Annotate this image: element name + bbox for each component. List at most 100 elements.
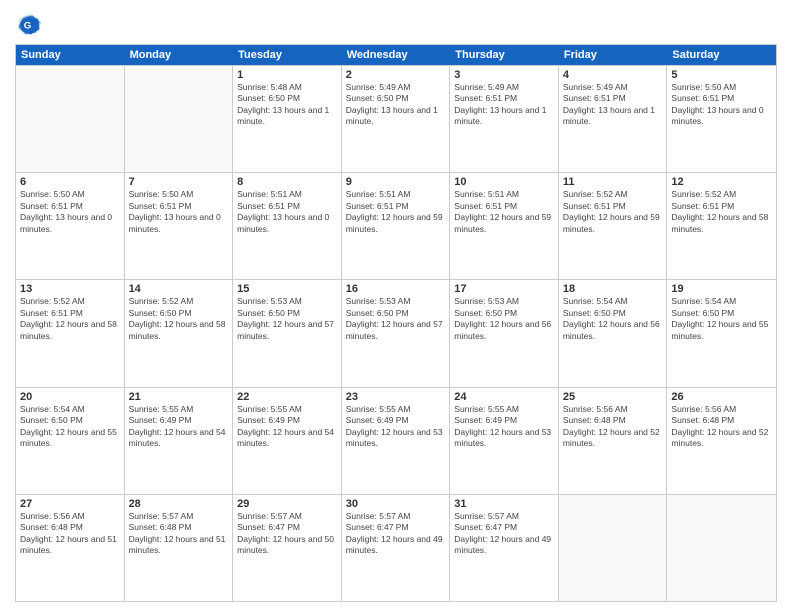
calendar-cell: 1Sunrise: 5:48 AM Sunset: 6:50 PM Daylig… [233, 66, 342, 172]
day-number: 14 [129, 283, 229, 295]
calendar-body: 1Sunrise: 5:48 AM Sunset: 6:50 PM Daylig… [16, 65, 776, 601]
logo: G [15, 10, 47, 38]
calendar-cell: 5Sunrise: 5:50 AM Sunset: 6:51 PM Daylig… [667, 66, 776, 172]
day-info: Sunrise: 5:57 AM Sunset: 6:47 PM Dayligh… [237, 511, 337, 557]
calendar-cell: 15Sunrise: 5:53 AM Sunset: 6:50 PM Dayli… [233, 280, 342, 386]
day-info: Sunrise: 5:48 AM Sunset: 6:50 PM Dayligh… [237, 82, 337, 128]
day-number: 23 [346, 391, 446, 403]
calendar-cell: 12Sunrise: 5:52 AM Sunset: 6:51 PM Dayli… [667, 173, 776, 279]
day-number: 18 [563, 283, 663, 295]
calendar-cell: 10Sunrise: 5:51 AM Sunset: 6:51 PM Dayli… [450, 173, 559, 279]
day-info: Sunrise: 5:49 AM Sunset: 6:50 PM Dayligh… [346, 82, 446, 128]
header-day: Tuesday [233, 45, 342, 65]
calendar-cell: 8Sunrise: 5:51 AM Sunset: 6:51 PM Daylig… [233, 173, 342, 279]
calendar-cell: 25Sunrise: 5:56 AM Sunset: 6:48 PM Dayli… [559, 388, 668, 494]
calendar-cell: 13Sunrise: 5:52 AM Sunset: 6:51 PM Dayli… [16, 280, 125, 386]
header-day: Saturday [667, 45, 776, 65]
calendar-cell: 22Sunrise: 5:55 AM Sunset: 6:49 PM Dayli… [233, 388, 342, 494]
day-info: Sunrise: 5:50 AM Sunset: 6:51 PM Dayligh… [129, 189, 229, 235]
day-number: 30 [346, 498, 446, 510]
calendar-cell: 31Sunrise: 5:57 AM Sunset: 6:47 PM Dayli… [450, 495, 559, 601]
page: G SundayMondayTuesdayWednesdayThursdayFr… [0, 0, 792, 612]
day-info: Sunrise: 5:55 AM Sunset: 6:49 PM Dayligh… [454, 404, 554, 450]
day-info: Sunrise: 5:54 AM Sunset: 6:50 PM Dayligh… [671, 296, 772, 342]
day-info: Sunrise: 5:57 AM Sunset: 6:47 PM Dayligh… [346, 511, 446, 557]
header: G [15, 10, 777, 38]
header-day: Friday [559, 45, 668, 65]
day-info: Sunrise: 5:49 AM Sunset: 6:51 PM Dayligh… [563, 82, 663, 128]
calendar-cell: 19Sunrise: 5:54 AM Sunset: 6:50 PM Dayli… [667, 280, 776, 386]
day-number: 6 [20, 176, 120, 188]
calendar-cell: 20Sunrise: 5:54 AM Sunset: 6:50 PM Dayli… [16, 388, 125, 494]
day-info: Sunrise: 5:56 AM Sunset: 6:48 PM Dayligh… [671, 404, 772, 450]
calendar-cell: 28Sunrise: 5:57 AM Sunset: 6:48 PM Dayli… [125, 495, 234, 601]
header-day: Wednesday [342, 45, 451, 65]
day-info: Sunrise: 5:52 AM Sunset: 6:51 PM Dayligh… [20, 296, 120, 342]
day-info: Sunrise: 5:56 AM Sunset: 6:48 PM Dayligh… [20, 511, 120, 557]
day-info: Sunrise: 5:52 AM Sunset: 6:50 PM Dayligh… [129, 296, 229, 342]
day-number: 17 [454, 283, 554, 295]
day-info: Sunrise: 5:57 AM Sunset: 6:48 PM Dayligh… [129, 511, 229, 557]
day-number: 1 [237, 69, 337, 81]
day-number: 13 [20, 283, 120, 295]
calendar-cell: 7Sunrise: 5:50 AM Sunset: 6:51 PM Daylig… [125, 173, 234, 279]
day-number: 25 [563, 391, 663, 403]
day-number: 29 [237, 498, 337, 510]
calendar-cell: 30Sunrise: 5:57 AM Sunset: 6:47 PM Dayli… [342, 495, 451, 601]
calendar-cell: 26Sunrise: 5:56 AM Sunset: 6:48 PM Dayli… [667, 388, 776, 494]
day-number: 19 [671, 283, 772, 295]
day-number: 7 [129, 176, 229, 188]
calendar-cell [667, 495, 776, 601]
calendar-cell: 21Sunrise: 5:55 AM Sunset: 6:49 PM Dayli… [125, 388, 234, 494]
calendar-cell: 2Sunrise: 5:49 AM Sunset: 6:50 PM Daylig… [342, 66, 451, 172]
calendar-cell [559, 495, 668, 601]
day-info: Sunrise: 5:52 AM Sunset: 6:51 PM Dayligh… [671, 189, 772, 235]
day-info: Sunrise: 5:54 AM Sunset: 6:50 PM Dayligh… [20, 404, 120, 450]
calendar-cell: 29Sunrise: 5:57 AM Sunset: 6:47 PM Dayli… [233, 495, 342, 601]
day-number: 16 [346, 283, 446, 295]
day-number: 2 [346, 69, 446, 81]
day-number: 31 [454, 498, 554, 510]
day-number: 20 [20, 391, 120, 403]
day-number: 11 [563, 176, 663, 188]
day-info: Sunrise: 5:49 AM Sunset: 6:51 PM Dayligh… [454, 82, 554, 128]
logo-icon: G [15, 10, 43, 38]
day-number: 24 [454, 391, 554, 403]
calendar-cell: 17Sunrise: 5:53 AM Sunset: 6:50 PM Dayli… [450, 280, 559, 386]
day-info: Sunrise: 5:50 AM Sunset: 6:51 PM Dayligh… [671, 82, 772, 128]
calendar-cell: 3Sunrise: 5:49 AM Sunset: 6:51 PM Daylig… [450, 66, 559, 172]
day-number: 10 [454, 176, 554, 188]
calendar-cell: 9Sunrise: 5:51 AM Sunset: 6:51 PM Daylig… [342, 173, 451, 279]
day-number: 3 [454, 69, 554, 81]
calendar-cell: 16Sunrise: 5:53 AM Sunset: 6:50 PM Dayli… [342, 280, 451, 386]
day-number: 21 [129, 391, 229, 403]
day-number: 5 [671, 69, 772, 81]
header-day: Thursday [450, 45, 559, 65]
day-info: Sunrise: 5:55 AM Sunset: 6:49 PM Dayligh… [346, 404, 446, 450]
calendar-week: 13Sunrise: 5:52 AM Sunset: 6:51 PM Dayli… [16, 279, 776, 386]
day-number: 12 [671, 176, 772, 188]
day-number: 26 [671, 391, 772, 403]
day-info: Sunrise: 5:56 AM Sunset: 6:48 PM Dayligh… [563, 404, 663, 450]
day-info: Sunrise: 5:53 AM Sunset: 6:50 PM Dayligh… [454, 296, 554, 342]
svg-text:G: G [24, 20, 31, 31]
calendar-cell: 4Sunrise: 5:49 AM Sunset: 6:51 PM Daylig… [559, 66, 668, 172]
day-info: Sunrise: 5:53 AM Sunset: 6:50 PM Dayligh… [346, 296, 446, 342]
calendar-cell: 23Sunrise: 5:55 AM Sunset: 6:49 PM Dayli… [342, 388, 451, 494]
calendar-cell: 11Sunrise: 5:52 AM Sunset: 6:51 PM Dayli… [559, 173, 668, 279]
day-info: Sunrise: 5:53 AM Sunset: 6:50 PM Dayligh… [237, 296, 337, 342]
header-day: Sunday [16, 45, 125, 65]
calendar-week: 27Sunrise: 5:56 AM Sunset: 6:48 PM Dayli… [16, 494, 776, 601]
calendar: SundayMondayTuesdayWednesdayThursdayFrid… [15, 44, 777, 602]
day-number: 27 [20, 498, 120, 510]
calendar-week: 6Sunrise: 5:50 AM Sunset: 6:51 PM Daylig… [16, 172, 776, 279]
calendar-cell: 6Sunrise: 5:50 AM Sunset: 6:51 PM Daylig… [16, 173, 125, 279]
day-number: 8 [237, 176, 337, 188]
calendar-week: 1Sunrise: 5:48 AM Sunset: 6:50 PM Daylig… [16, 65, 776, 172]
calendar-header: SundayMondayTuesdayWednesdayThursdayFrid… [16, 45, 776, 65]
day-info: Sunrise: 5:57 AM Sunset: 6:47 PM Dayligh… [454, 511, 554, 557]
day-info: Sunrise: 5:50 AM Sunset: 6:51 PM Dayligh… [20, 189, 120, 235]
day-info: Sunrise: 5:51 AM Sunset: 6:51 PM Dayligh… [454, 189, 554, 235]
calendar-cell: 18Sunrise: 5:54 AM Sunset: 6:50 PM Dayli… [559, 280, 668, 386]
calendar-cell: 24Sunrise: 5:55 AM Sunset: 6:49 PM Dayli… [450, 388, 559, 494]
